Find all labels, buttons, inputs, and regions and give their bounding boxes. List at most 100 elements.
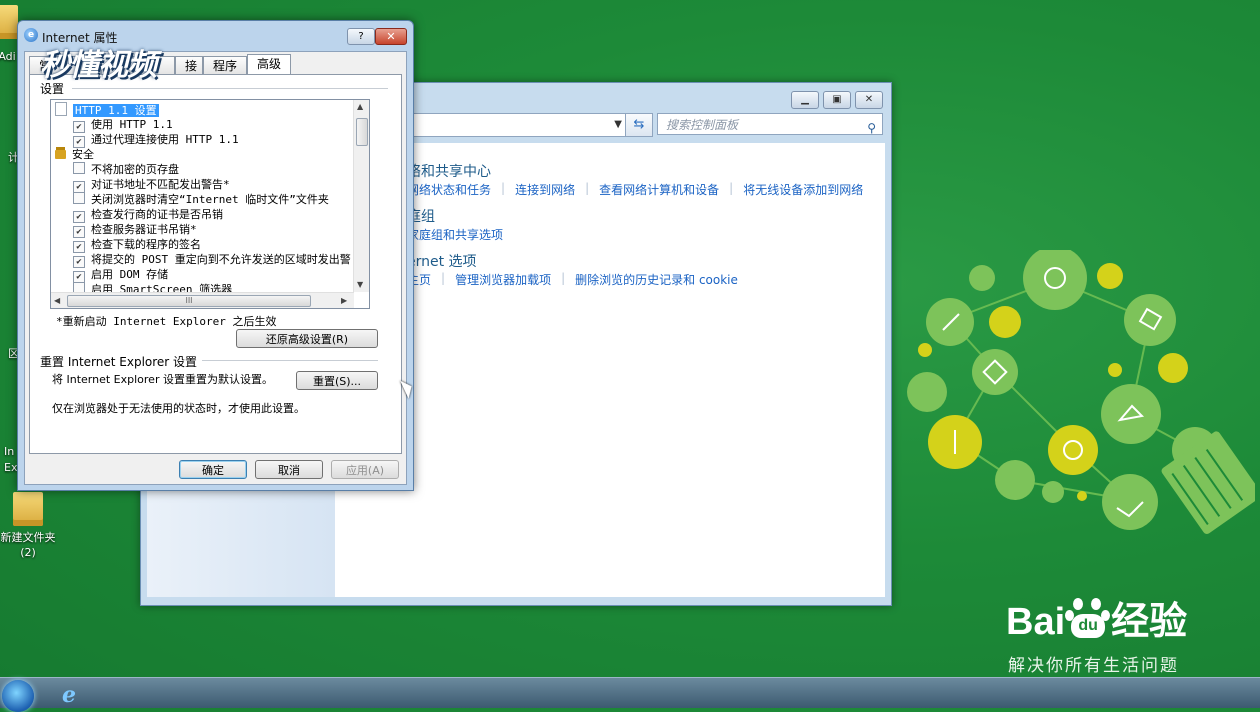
desktop-icon-label: 新建文件夹 (2) xyxy=(0,530,56,560)
tree-item-label: 启用 DOM 存储 xyxy=(91,268,169,281)
taskbar-ie-icon[interactable]: e xyxy=(62,682,88,708)
vertical-scroll-thumb[interactable] xyxy=(356,118,368,146)
scroll-up-icon[interactable]: ▲ xyxy=(357,102,363,111)
tree-item-label: 关闭浏览器时清空“Internet 临时文件”文件夹 xyxy=(91,193,329,206)
tree-item-cert-mismatch[interactable]: ✔ 对证书地址不匹配发出警告* xyxy=(73,177,230,193)
tree-item-label: 检查发行商的证书是否吊销 xyxy=(91,208,223,221)
baidu-paw-icon: du xyxy=(1065,598,1111,638)
help-button[interactable]: ? xyxy=(347,28,375,45)
tree-item-label: 检查服务器证书吊销* xyxy=(91,223,197,236)
link-add-wireless[interactable]: 将无线设备添加到网络 xyxy=(743,181,863,198)
baidu-logo-part2: 经验 xyxy=(1111,601,1188,643)
search-input[interactable]: 搜索控制面板 ⚲ xyxy=(657,113,883,135)
internet-properties-dialog: e Internet 属性 ? ✕ 常 接 程序 高级 设置 HTTP 1.1 … xyxy=(17,20,414,491)
baidu-logo-paw-text: du xyxy=(1071,614,1106,638)
divider xyxy=(72,88,388,89)
folder-icon xyxy=(0,5,18,39)
restart-note: *重新启动 Internet Explorer 之后生效 xyxy=(56,315,277,328)
category-links-internet-options: 主页 | 管理浏览器加载项 | 删除浏览的历史记录和 cookie xyxy=(407,271,738,288)
tree-item-server-revocation[interactable]: ✔ 检查服务器证书吊销* xyxy=(73,222,197,238)
category-title-network[interactable]: 络和共享中心 xyxy=(407,161,491,181)
category-title-internet-options[interactable]: ernet 选项 xyxy=(407,251,477,271)
desktop-icon-new-folder[interactable]: 新建文件夹 (2) xyxy=(0,492,56,560)
tab-programs[interactable]: 程序 xyxy=(203,56,248,75)
apply-button[interactable]: 应用(A) xyxy=(331,460,399,479)
desktop-icon-label-line1: 新建文件夹 xyxy=(0,531,56,544)
tree-item-publisher-revocation[interactable]: ✔ 检查发行商的证书是否吊销 xyxy=(73,207,223,223)
tree-item-label: 将提交的 POST 重定向到不允许发送的区域时发出警 xyxy=(91,253,351,266)
tree-item-label: 安全 xyxy=(72,148,94,161)
tree-item-label: 检查下载的程序的签名 xyxy=(91,238,201,251)
restore-advanced-button[interactable]: 还原高级设置(R) xyxy=(236,329,378,348)
tree-item-no-save-encrypted[interactable]: 不将加密的页存盘 xyxy=(73,162,179,177)
refresh-icon: ⇆ xyxy=(633,117,645,132)
tree-item-proxy-http11[interactable]: ✔ 通过代理连接使用 HTTP 1.1 xyxy=(73,132,239,148)
reset-description: 将 Internet Explorer 设置重置为默认设置。 xyxy=(52,373,273,386)
divider xyxy=(202,360,378,361)
horizontal-scrollbar[interactable]: ◀ III ▶ xyxy=(51,292,354,308)
scroll-grip: III xyxy=(185,296,193,305)
baidu-logo-part1: Bai xyxy=(1006,601,1066,643)
folder-icon xyxy=(13,492,43,526)
scroll-down-icon[interactable]: ▼ xyxy=(357,280,363,289)
tree-item-post-redirect[interactable]: ✔ 将提交的 POST 重定向到不允许发送的区域时发出警 xyxy=(73,252,351,268)
tree-item-label: HTTP 1.1 设置 xyxy=(73,104,159,117)
checkbox[interactable] xyxy=(73,192,85,204)
tree-item-label: 不将加密的页存盘 xyxy=(91,163,179,176)
checkbox[interactable] xyxy=(73,162,85,174)
search-icon[interactable]: ⚲ xyxy=(867,117,876,139)
baidu-slogan: 解决你所有生活问题 xyxy=(1008,656,1179,676)
minimize-button[interactable]: ▁ xyxy=(791,91,819,109)
advanced-tab-page: 设置 HTTP 1.1 设置 ✔ 使用 HTTP 1.1 ✔ 通过代理连接使用 HT… xyxy=(29,74,402,454)
ie-icon: e xyxy=(24,28,38,42)
lock-icon xyxy=(55,150,66,159)
tab-advanced[interactable]: 高级 xyxy=(247,54,292,76)
reset-button[interactable]: 重置(S)... xyxy=(296,371,378,390)
taskbar xyxy=(0,677,1260,708)
link-delete-history[interactable]: 删除浏览的历史记录和 cookie xyxy=(575,271,738,288)
horizontal-scroll-thumb[interactable]: III xyxy=(67,295,311,307)
desktop-icon-label-line2: (2) xyxy=(20,546,36,559)
window-controls: ▁ ▣ ✕ xyxy=(791,91,883,109)
address-bar[interactable]: ▼ xyxy=(411,113,627,137)
question-icon: ? xyxy=(358,31,364,42)
video-watermark-logo: 秒懂视频 xyxy=(40,48,157,83)
tree-item-download-signature[interactable]: ✔ 检查下载的程序的签名 xyxy=(73,237,201,253)
tree-header-http[interactable]: HTTP 1.1 设置 xyxy=(55,102,159,117)
scroll-right-icon[interactable]: ▶ xyxy=(341,296,347,305)
scroll-left-icon[interactable]: ◀ xyxy=(54,296,60,305)
tree-item-label: 通过代理连接使用 HTTP 1.1 xyxy=(91,133,239,146)
tree-header-security[interactable]: 安全 xyxy=(55,147,94,162)
link-homegroup-options[interactable]: 家庭组和共享选项 xyxy=(407,226,503,243)
cancel-button[interactable]: 取消 xyxy=(255,460,323,479)
link-network-status[interactable]: 网络状态和任务 xyxy=(407,181,491,198)
dialog-close-button[interactable]: ✕ xyxy=(375,28,407,45)
refresh-button[interactable]: ⇆ xyxy=(625,113,653,137)
link-connect-network[interactable]: 连接到网络 xyxy=(515,181,575,198)
category-links-network: 网络状态和任务 | 连接到网络 | 查看网络计算机和设备 | 将无线设备添加到网络 xyxy=(407,181,864,198)
control-panel-content: 络和共享中心 网络状态和任务 | 连接到网络 | 查看网络计算机和设备 | 将无线设备… xyxy=(335,143,885,597)
dialog-body: 常 接 程序 高级 设置 HTTP 1.1 设置 ✔ 使用 HTTP 1.1 ✔ 通… xyxy=(24,51,407,485)
bulb-illustration xyxy=(907,250,1255,534)
chevron-down-icon[interactable]: ▼ xyxy=(614,119,622,130)
reset-group-label: 重置 Internet Explorer 设置 xyxy=(40,355,198,369)
page-icon xyxy=(55,102,67,116)
tree-item-use-http11[interactable]: ✔ 使用 HTTP 1.1 xyxy=(73,117,173,133)
ok-button[interactable]: 确定 xyxy=(179,460,247,479)
link-manage-addons[interactable]: 管理浏览器加载项 xyxy=(455,271,551,288)
tree-item-dom-storage[interactable]: ✔ 启用 DOM 存储 xyxy=(73,267,169,283)
close-icon: ✕ xyxy=(386,30,396,43)
tab-connections[interactable]: 接 xyxy=(175,56,203,75)
start-button[interactable] xyxy=(2,680,34,712)
baidu-jingyan-logo: Bai du 经验 xyxy=(1006,590,1187,645)
tree-item-label: 对证书地址不匹配发出警告* xyxy=(91,178,230,191)
settings-tree[interactable]: HTTP 1.1 设置 ✔ 使用 HTTP 1.1 ✔ 通过代理连接使用 HTTP … xyxy=(50,99,370,309)
close-button[interactable]: ✕ xyxy=(855,91,883,109)
search-placeholder: 搜索控制面板 xyxy=(666,118,739,132)
desktop-edge-label: In xyxy=(4,445,15,458)
maximize-button[interactable]: ▣ xyxy=(823,91,851,109)
vertical-scrollbar[interactable]: ▲ ▼ xyxy=(353,100,369,292)
link-view-devices[interactable]: 查看网络计算机和设备 xyxy=(599,181,719,198)
tree-item-empty-temp[interactable]: 关闭浏览器时清空“Internet 临时文件”文件夹 xyxy=(73,192,329,207)
reset-warning: 仅在浏览器处于无法使用的状态时，才使用此设置。 xyxy=(52,402,305,415)
